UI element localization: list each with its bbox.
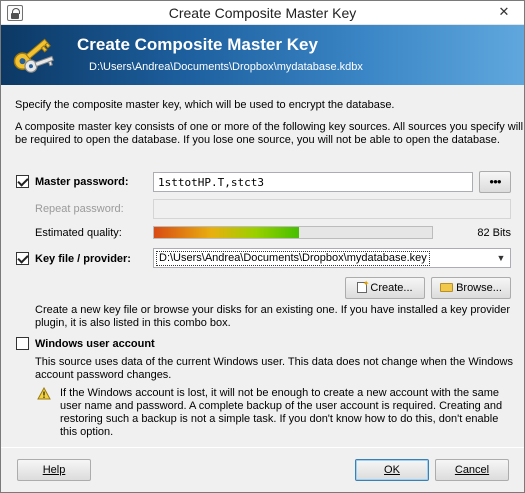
ok-button[interactable]: OK [355,459,429,481]
master-password-checkbox[interactable] [16,175,29,188]
chevron-down-icon[interactable]: ▼ [492,249,510,267]
banner: Create Composite Master Key D:\Users\And… [1,25,524,85]
master-password-input[interactable]: 1sttotHP.T,stct3 [153,172,473,192]
windows-account-checkbox[interactable] [16,337,29,350]
dialog-window: Create Composite Master Key ✕ Create Com… [0,0,525,493]
key-file-checkbox[interactable] [16,252,29,265]
keys-icon [13,38,54,73]
help-label: Help [42,464,66,476]
key-file-label: Key file / provider: [35,253,131,265]
browse-label: Browse... [456,282,502,294]
banner-title: Create Composite Master Key [77,35,318,54]
quality-fill [154,227,299,238]
windows-account-label: Windows user account [35,338,155,350]
database-path: D:\Users\Andrea\Documents\Dropbox\mydata… [89,61,363,73]
warning-text: If the Windows account is lost, it will … [60,387,500,399]
cancel-label: Cancel [454,464,490,476]
repeat-password-label: Repeat password: [35,203,124,215]
quality-bar [153,226,433,239]
intro-text: Specify the composite master key, which … [15,99,395,111]
warning-text-4: this option. [60,426,114,438]
key-file-help-2: plugin, it is also listed in this combo … [35,317,231,329]
title-bar: Create Composite Master Key ✕ [1,1,524,25]
windows-account-desc-2: account password changes. [35,369,172,381]
warning-icon [37,387,51,400]
browse-button[interactable]: Browse... [431,277,511,299]
warning-text-3: restoring such a backup is not a simple … [60,413,499,425]
create-key-file-button[interactable]: ✦ Create... [345,277,425,299]
repeat-password-input[interactable] [153,199,511,219]
key-file-combo[interactable]: D:\Users\Andrea\Documents\Dropbox\mydata… [153,248,511,268]
quality-bits: 82 Bits [477,227,511,239]
show-password-button[interactable]: ●●● [479,171,511,193]
windows-account-desc: This source uses data of the current Win… [35,356,513,368]
create-label: Create... [370,282,413,294]
close-button[interactable]: ✕ [491,2,517,21]
key-file-help: Create a new key file or browse your dis… [35,304,511,316]
warning-text-2: user name and password. A complete backu… [60,400,503,412]
key-file-path: D:\Users\Andrea\Documents\Dropbox\mydata… [156,251,430,266]
new-file-icon: ✦ [357,280,369,293]
footer-divider [1,447,524,448]
help-button[interactable]: Help [17,459,91,481]
cancel-button[interactable]: Cancel [435,459,509,481]
intro-text-2: A composite master key consists of one o… [15,121,524,133]
master-password-label: Master password: [35,176,129,188]
folder-icon [440,283,454,292]
intro-text-3: be required to open the database. If you… [15,134,500,146]
window-title: Create Composite Master Key [168,5,357,21]
ok-label: OK [384,464,400,476]
estimated-quality-label: Estimated quality: [35,227,122,239]
